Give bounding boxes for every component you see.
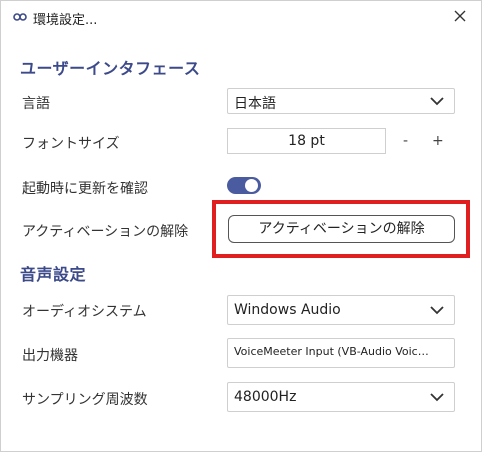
font-size-value: 18 pt (288, 133, 325, 149)
chevron-down-icon (430, 306, 444, 315)
audio-system-select[interactable]: Windows Audio (227, 295, 455, 325)
update-check-toggle[interactable] (227, 177, 261, 194)
sampling-label: サンプリング周波数 (22, 392, 148, 408)
close-icon[interactable] (451, 7, 469, 25)
chevron-down-icon (430, 97, 444, 106)
audio-system-label: オーディオシステム (22, 304, 147, 320)
font-size-label: フォントサイズ (22, 136, 120, 152)
window-title: 環境設定... (33, 13, 98, 28)
font-size-field[interactable]: 18 pt (227, 128, 386, 154)
section-title-audio: 音声設定 (20, 265, 87, 284)
font-size-decrease-button[interactable]: - (403, 133, 408, 149)
font-size-increase-button[interactable]: + (432, 133, 444, 149)
toggle-knob (245, 179, 258, 192)
output-device-select[interactable]: VoiceMeeter Input (VB-Audio VoiceMeet... (227, 338, 455, 368)
output-device-label: 出力機器 (22, 348, 78, 364)
output-device-value: VoiceMeeter Input (VB-Audio VoiceMeet... (234, 345, 434, 358)
language-select[interactable]: 日本語 (227, 88, 455, 114)
chevron-down-icon (430, 393, 444, 402)
preferences-window: 環境設定... ユーザーインタフェース 言語 日本語 フォントサイズ 18 pt… (0, 0, 482, 452)
title-bar: 環境設定... (1, 1, 481, 33)
update-check-label: 起動時に更新を確認 (22, 181, 148, 197)
section-title-ui: ユーザーインタフェース (20, 59, 201, 78)
language-value: 日本語 (234, 96, 276, 112)
highlight-box (212, 200, 470, 258)
language-label: 言語 (22, 96, 50, 112)
audio-system-value: Windows Audio (234, 302, 341, 318)
p-logo-icon (13, 13, 27, 21)
deactivate-label: アクティベーションの解除 (22, 224, 189, 240)
sampling-value: 48000Hz (234, 389, 297, 405)
sampling-select[interactable]: 48000Hz (227, 382, 455, 412)
